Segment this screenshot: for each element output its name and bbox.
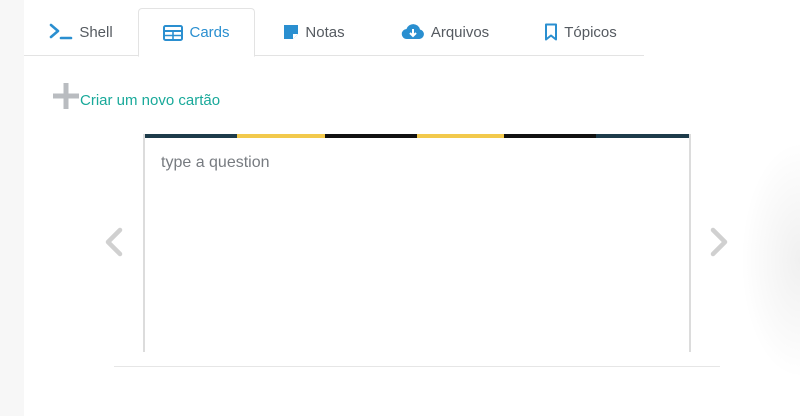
question-input[interactable] (161, 154, 671, 334)
plus-icon (52, 82, 80, 110)
tab-cards[interactable]: Cards (138, 8, 255, 57)
tab-label: Shell (79, 23, 113, 41)
bookmark-icon (544, 23, 558, 41)
card-color-stripe (145, 134, 689, 138)
card-divider (114, 366, 720, 367)
stripe-segment (145, 134, 238, 138)
chevron-right-icon (707, 227, 731, 262)
tab-shell[interactable]: Shell (24, 8, 138, 56)
table-icon (163, 24, 184, 41)
stripe-segment (504, 134, 597, 138)
tab-bar: Shell Cards Notas Arquivos Tópicos (24, 8, 644, 57)
stripe-segment (237, 134, 325, 138)
stripe-segment (324, 134, 417, 138)
stripe-segment (416, 134, 504, 138)
terminal-icon (49, 23, 73, 41)
next-card-button[interactable] (707, 226, 731, 258)
tab-label: Arquivos (430, 23, 490, 41)
create-card-label: Criar um novo cartão (80, 91, 221, 109)
sticky-note-icon (283, 24, 299, 40)
tab-notas[interactable]: Notas (255, 8, 373, 56)
tab-label: Cards (189, 24, 230, 41)
stripe-segment (596, 134, 689, 138)
flash-card (143, 134, 691, 352)
tab-topicos[interactable]: Tópicos (517, 8, 644, 56)
create-card-button[interactable]: Criar um novo cartão (52, 82, 220, 110)
cloud-download-icon (401, 23, 425, 41)
prev-card-button[interactable] (102, 226, 126, 258)
chevron-left-icon (102, 227, 126, 262)
tab-label: Notas (305, 23, 345, 41)
tab-label: Tópicos (564, 23, 617, 41)
tab-arquivos[interactable]: Arquivos (373, 8, 517, 56)
side-shadow (740, 140, 800, 380)
